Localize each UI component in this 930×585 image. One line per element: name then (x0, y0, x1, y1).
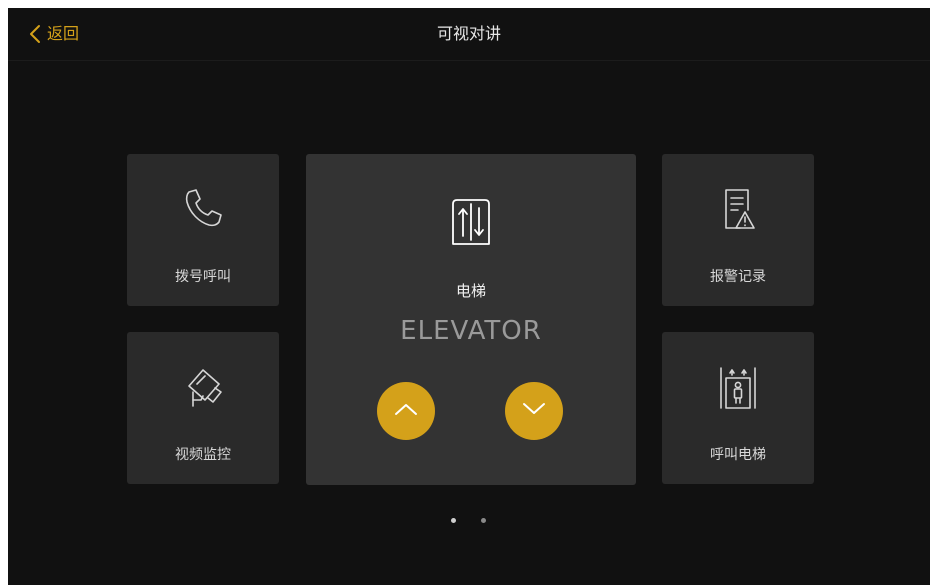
page-dot-active[interactable] (451, 518, 456, 523)
tile-label: 呼叫电梯 (710, 447, 766, 463)
tile-label: 报警记录 (710, 269, 766, 285)
alarm-record-icon (662, 184, 814, 234)
elevator-label: 电梯 (455, 282, 486, 300)
page-indicator (451, 518, 486, 523)
call-elevator-icon (662, 362, 814, 412)
intercom-screen: 返回 可视对讲 拨号呼叫 视频监控 电梯 ELEVATOR 报警记录 呼叫电梯 (8, 8, 930, 585)
chevron-down-icon (521, 401, 547, 421)
tile-label: 拨号呼叫 (175, 269, 231, 285)
tile-label: 视频监控 (175, 447, 231, 463)
tile-alarm-records[interactable]: 报警记录 (662, 154, 814, 306)
tile-dial-call[interactable]: 拨号呼叫 (127, 154, 279, 306)
tile-video-monitor[interactable]: 视频监控 (127, 332, 279, 484)
page-dot[interactable] (481, 518, 486, 523)
chevron-up-icon (393, 401, 419, 421)
top-bar: 返回 可视对讲 (8, 8, 930, 61)
elevator-icon (306, 194, 636, 250)
page-title: 可视对讲 (436, 24, 501, 43)
phone-icon (127, 184, 279, 232)
tile-call-elevator[interactable]: 呼叫电梯 (662, 332, 814, 484)
elevator-up-button[interactable] (377, 382, 435, 440)
elevator-down-button[interactable] (505, 382, 563, 440)
security-camera-icon (127, 362, 279, 414)
elevator-sub-label: ELEVATOR (400, 316, 542, 346)
elevator-panel: 电梯 ELEVATOR (306, 154, 636, 485)
